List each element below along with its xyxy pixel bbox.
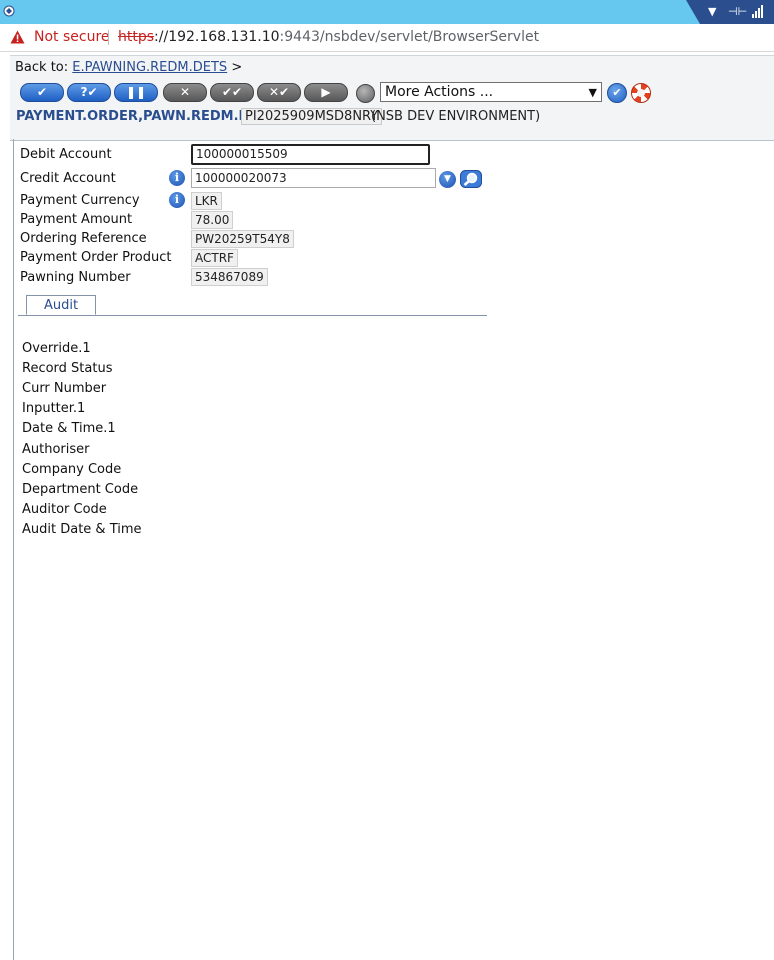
payment-order-product-value: ACTRF: [191, 249, 238, 267]
delete-button[interactable]: ✕: [163, 83, 207, 102]
url-text[interactable]: https://192.168.131.10:9443/nsbdev/servl…: [118, 29, 539, 45]
security-status[interactable]: Not secure: [34, 29, 110, 45]
signal-icon: [752, 5, 763, 18]
info-icon[interactable]: i: [169, 170, 185, 186]
url-path: :9443/nsbdev/servlet/BrowserServlet: [279, 29, 540, 45]
audit-field-label: Authoriser: [22, 442, 90, 457]
tab-audit[interactable]: Audit: [26, 295, 96, 315]
environment-label: (NSB DEV ENVIRONMENT): [371, 109, 541, 124]
credit-account-label: Credit Account: [20, 171, 116, 186]
more-actions-select[interactable]: More Actions ... ▼: [380, 82, 602, 102]
ordering-reference-label: Ordering Reference: [20, 231, 147, 246]
audit-field-label: Company Code: [22, 462, 122, 477]
audit-field-label: Auditor Code: [22, 502, 107, 517]
credit-account-input[interactable]: 100000020073: [191, 168, 436, 188]
debit-account-label: Debit Account: [20, 147, 112, 162]
hold-button[interactable]: ❚❚: [114, 83, 158, 102]
address-divider: [108, 30, 109, 45]
pawning-number-label: Pawning Number: [20, 270, 131, 285]
back-to-arrow: >: [231, 60, 243, 75]
audit-field-label: Curr Number: [22, 381, 107, 396]
address-bar[interactable]: Not secure https://192.168.131.10:9443/n…: [0, 24, 774, 52]
payment-amount-label: Payment Amount: [20, 212, 133, 227]
payment-currency-label: Payment Currency: [20, 193, 140, 208]
help-lifebuoy-icon[interactable]: [631, 83, 651, 103]
go-button[interactable]: ✔: [607, 83, 627, 103]
audit-field-label: Date & Time.1: [22, 421, 116, 436]
debit-account-input[interactable]: 100000015509: [191, 144, 430, 165]
next-button[interactable]: ▶: [304, 83, 348, 102]
chevron-down-icon: ▼: [588, 86, 597, 99]
back-to-label: Back to:: [15, 60, 69, 75]
print-icon[interactable]: [356, 84, 375, 103]
authorise-button[interactable]: ✔✔: [210, 83, 254, 102]
payment-order-product-label: Payment Order Product: [20, 250, 172, 265]
reverse-button[interactable]: ✕✔: [257, 83, 301, 102]
audit-field-label: Record Status: [22, 361, 113, 376]
app-icon: [3, 5, 15, 17]
more-actions-value: More Actions ...: [385, 84, 494, 100]
pawning-number-value: 534867089: [191, 268, 268, 286]
system-tray: ▼ ⊣⊢: [686, 0, 774, 24]
search-icon[interactable]: [460, 170, 482, 188]
application-name: PAYMENT.ORDER,PAWN.REDM.NSB: [16, 109, 269, 124]
payment-amount-value: 78.00: [191, 211, 234, 229]
audit-field-label: Override.1: [22, 341, 91, 356]
transaction-header: Back to: E.PAWNING.REDM.DETS > ✔ ?✔ ❚❚ ✕…: [10, 55, 774, 141]
back-to-breadcrumb: Back to: E.PAWNING.REDM.DETS >: [15, 60, 242, 75]
dropdown-arrow-icon[interactable]: ▼: [708, 5, 716, 19]
commit-button[interactable]: ✔: [20, 83, 64, 102]
record-id: PI2025909MSD8NRY: [241, 108, 383, 125]
audit-field-label: Inputter.1: [22, 401, 86, 416]
url-protocol: https: [118, 29, 155, 45]
browser-title-strip: ▼ ⊣⊢: [0, 0, 774, 24]
pin-icon[interactable]: ⊣⊢: [728, 5, 747, 19]
content-left-border: [13, 139, 14, 960]
dropdown-icon[interactable]: ▼: [439, 171, 456, 188]
tab-strip: Audit: [18, 295, 487, 316]
audit-field-label: Department Code: [22, 482, 139, 497]
payment-currency-value: LKR: [191, 192, 222, 210]
back-to-link[interactable]: E.PAWNING.REDM.DETS: [72, 60, 227, 75]
url-host: ://192.168.131.10: [154, 29, 280, 45]
warning-icon: [10, 30, 25, 44]
ordering-reference-value: PW20259T54Y8: [191, 230, 294, 248]
info-icon[interactable]: i: [169, 192, 185, 208]
audit-field-label: Audit Date & Time: [22, 522, 142, 537]
validate-button[interactable]: ?✔: [67, 83, 111, 102]
